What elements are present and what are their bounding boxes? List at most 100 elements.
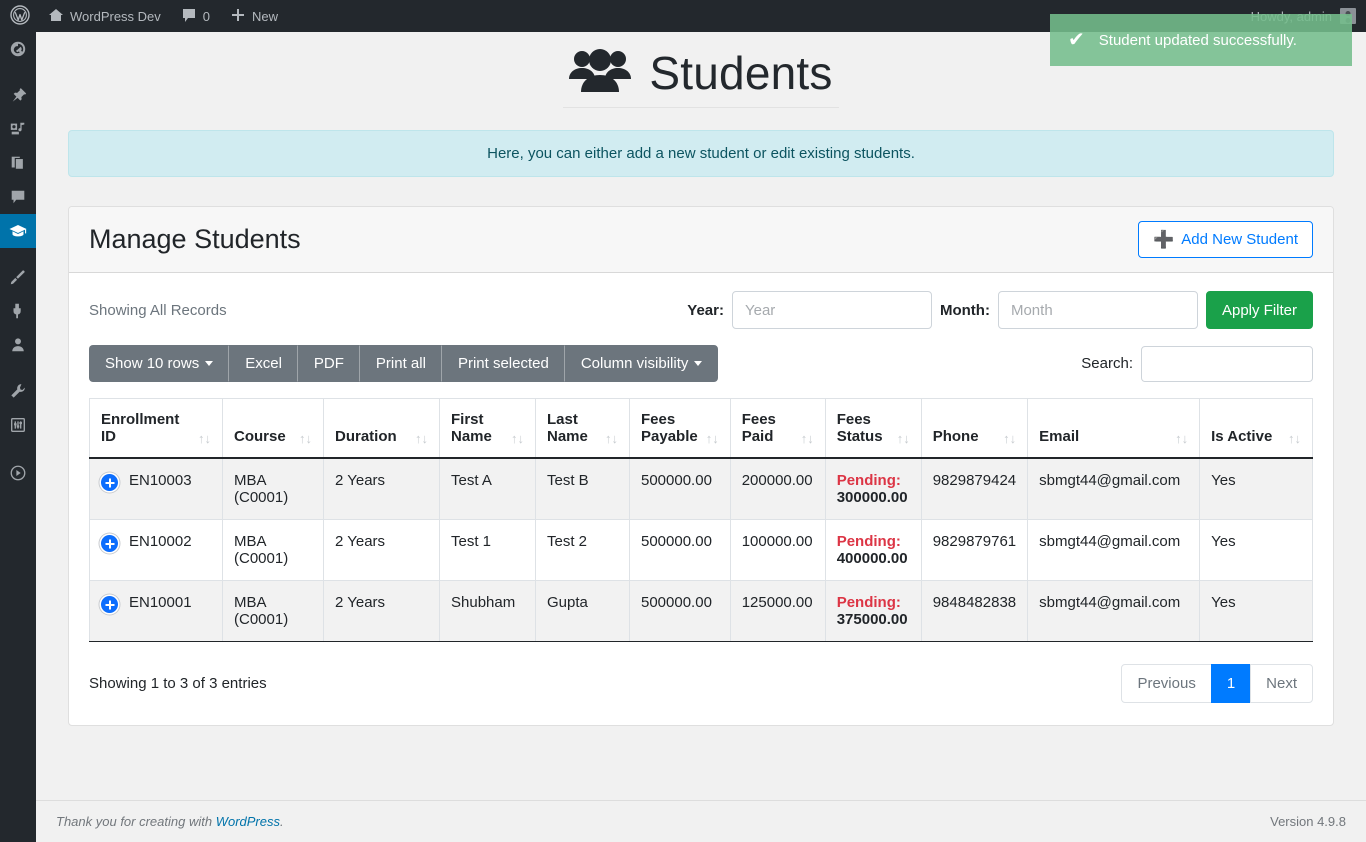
cell-first-name: Test A (439, 457, 536, 520)
dashboard-gauge-icon (9, 40, 27, 58)
table-row[interactable]: EN10003 MBA (C0001) 2 Years Test A Test … (89, 457, 1313, 520)
header-label: Enrollment ID (101, 411, 180, 445)
wp-logo-menu[interactable] (0, 0, 38, 32)
enrollment-id-value: EN10001 (129, 594, 192, 611)
search-label: Search: (1081, 355, 1133, 372)
sidebar-item-plugins[interactable] (0, 294, 36, 328)
column-header-course[interactable]: Course ↑↓ (222, 398, 324, 459)
footer-version: Version 4.9.8 (1270, 814, 1346, 829)
header-label: Fees Status (836, 411, 883, 445)
add-new-student-label: Add New Student (1181, 231, 1298, 248)
cell-course: MBA (C0001) (222, 580, 324, 642)
fees-status-amount: 375000.00 (836, 611, 908, 628)
sidebar-item-tools[interactable] (0, 374, 36, 408)
new-content-menu[interactable]: New (220, 0, 288, 32)
cell-enrollment-id: EN10001 (89, 580, 223, 642)
collapse-arrow-icon (9, 464, 27, 482)
fees-status-label: Pending: (836, 533, 901, 550)
comments-menu[interactable]: 0 (171, 0, 220, 32)
site-name-menu[interactable]: WordPress Dev (38, 0, 171, 32)
cell-phone: 9829879761 (921, 519, 1029, 581)
column-header-enrollment-id[interactable]: Enrollment ID ↑↓ (89, 398, 223, 459)
comment-bubble-icon (9, 188, 27, 206)
comments-count: 0 (202, 8, 211, 24)
column-header-duration[interactable]: Duration ↑↓ (323, 398, 440, 459)
header-label: Email (1039, 428, 1080, 445)
datatable-footer: Showing 1 to 3 of 3 entries Previous 1 N… (89, 664, 1313, 703)
column-header-phone[interactable]: Phone ↑↓ (921, 398, 1029, 459)
sort-arrows-icon: ↑↓ (1288, 431, 1301, 446)
expand-row-icon[interactable] (101, 596, 118, 613)
cell-fees-payable: 500000.00 (629, 580, 731, 642)
sidebar-item-media[interactable] (0, 112, 36, 146)
cell-course: MBA (C0001) (222, 519, 324, 581)
wp-body: Students Here, you can either add a new … (36, 32, 1366, 726)
print-selected-button[interactable]: Print selected (441, 345, 565, 382)
column-visibility-dropdown[interactable]: Column visibility (564, 345, 719, 382)
sidebar-item-posts[interactable] (0, 78, 36, 112)
month-input[interactable] (997, 291, 1198, 329)
show-rows-label: Show 10 rows (105, 355, 200, 372)
filter-row: Showing All Records Year: Month: Apply F… (89, 291, 1313, 329)
expand-row-icon[interactable] (101, 535, 118, 552)
sidebar-item-users[interactable] (0, 328, 36, 362)
column-header-is-active[interactable]: Is Active ↑↓ (1199, 398, 1313, 459)
search-area: Search: (1081, 345, 1313, 382)
footer-thanks: Thank you for creating with WordPress. (56, 814, 284, 829)
table-row[interactable]: EN10002 MBA (C0001) 2 Years Test 1 Test … (89, 519, 1313, 581)
year-label: Year: (687, 301, 724, 319)
sidebar-item-dashboard[interactable] (0, 32, 36, 66)
media-camera-music-icon (9, 120, 27, 138)
collapse-menu-button[interactable] (0, 456, 36, 490)
graduation-cap-icon (8, 221, 28, 241)
add-new-student-button[interactable]: ➕ Add New Student (1138, 221, 1313, 258)
sort-arrows-icon: ↑↓ (198, 431, 211, 446)
column-header-fees-payable[interactable]: Fees Payable ↑↓ (629, 398, 731, 459)
enrollment-id-value: EN10002 (129, 533, 192, 550)
cell-email: sbmgt44@gmail.com (1027, 580, 1201, 642)
column-header-last-name[interactable]: Last Name ↑↓ (535, 398, 630, 459)
pagination-page-1-button[interactable]: 1 (1210, 664, 1252, 703)
sidebar-item-settings[interactable] (0, 408, 36, 442)
cell-last-name: Test 2 (535, 519, 630, 581)
column-header-email[interactable]: Email ↑↓ (1027, 398, 1201, 459)
apply-filter-button[interactable]: Apply Filter (1205, 291, 1313, 329)
sidebar-item-students[interactable] (0, 214, 36, 248)
sort-arrows-icon: ↑↓ (1175, 431, 1189, 446)
cell-email: sbmgt44@gmail.com (1027, 519, 1201, 581)
column-header-first-name[interactable]: First Name ↑↓ (439, 398, 536, 459)
wordpress-link[interactable]: WordPress (216, 814, 280, 829)
toast-message: Student updated successfully. (1098, 31, 1297, 49)
show-rows-dropdown[interactable]: Show 10 rows (89, 345, 230, 382)
year-input[interactable] (731, 291, 932, 329)
sort-arrows-icon: ↑↓ (299, 431, 312, 446)
pagination: Previous 1 Next (1121, 664, 1313, 703)
cell-duration: 2 Years (323, 519, 440, 581)
search-input[interactable] (1141, 345, 1313, 382)
success-toast[interactable]: ✔ Student updated successfully. (1050, 14, 1352, 66)
pagination-next-button[interactable]: Next (1250, 664, 1313, 703)
sort-arrows-icon: ↑↓ (800, 431, 814, 446)
export-excel-button[interactable]: Excel (229, 345, 298, 382)
group-of-people-icon (569, 46, 632, 99)
table-row[interactable]: EN10001 MBA (C0001) 2 Years Shubham Gupt… (89, 580, 1313, 642)
column-header-fees-paid[interactable]: Fees Paid ↑↓ (730, 398, 826, 459)
sidebar-item-pages[interactable] (0, 146, 36, 180)
export-pdf-button[interactable]: PDF (297, 345, 360, 382)
sidebar-item-appearance[interactable] (0, 260, 36, 294)
card-title: Manage Students (89, 224, 301, 254)
print-all-button[interactable]: Print all (359, 345, 442, 382)
sidebar-separator-2 (0, 248, 36, 260)
table-body: EN10003 MBA (C0001) 2 Years Test A Test … (89, 457, 1313, 642)
sidebar-item-comments[interactable] (0, 180, 36, 214)
cell-duration: 2 Years (323, 457, 440, 520)
pagination-previous-button[interactable]: Previous (1121, 664, 1212, 703)
expand-row-icon[interactable] (101, 474, 118, 491)
column-header-fees-status[interactable]: Fees Status ↑↓ (825, 398, 922, 459)
cell-fees-status: Pending: 375000.00 (825, 580, 922, 642)
wordpress-logo-icon (10, 4, 30, 28)
chevron-down-icon (205, 361, 214, 366)
filter-form: Year: Month: Apply Filter (687, 291, 1313, 329)
sort-arrows-icon: ↑↓ (605, 431, 618, 446)
sort-arrows-icon: ↑↓ (705, 431, 719, 446)
